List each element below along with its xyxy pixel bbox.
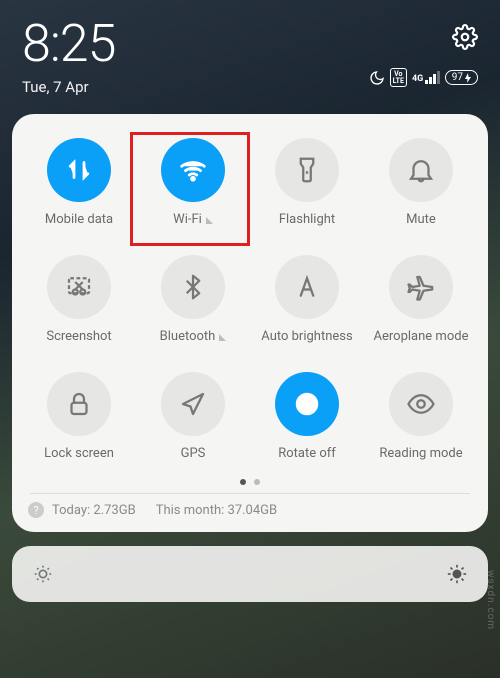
tile-bluetooth[interactable]: Bluetooth xyxy=(136,245,250,356)
info-icon: ? xyxy=(28,502,44,518)
bluetooth-icon xyxy=(161,255,225,319)
scissors-icon xyxy=(47,255,111,319)
status-bar: 8:25 Tue, 7 Apr VoLTE 4G 97 xyxy=(0,0,500,102)
tile-gps[interactable]: GPS xyxy=(136,362,250,473)
tile-lock-screen[interactable]: Lock screen xyxy=(22,362,136,473)
tile-label: Mobile data xyxy=(45,212,113,227)
tile-mobile-data[interactable]: Mobile data xyxy=(22,128,136,239)
brightness-low-icon xyxy=(32,563,54,585)
usage-month-label: This month: xyxy=(156,503,225,518)
dnd-moon-icon xyxy=(369,70,385,86)
usage-today-label: Today: xyxy=(52,503,90,518)
signal-4g-icon: 4G xyxy=(412,71,440,84)
page-dot-2 xyxy=(254,479,260,485)
tile-label: Auto brightness xyxy=(261,329,352,344)
tile-label: Wi-Fi xyxy=(173,212,202,227)
quick-settings-panel: Mobile data Wi-Fi Flashlight Mute Screen xyxy=(12,114,488,532)
tile-label: Bluetooth xyxy=(160,329,216,344)
clock-date: Tue, 7 Apr xyxy=(22,78,115,96)
usage-today-value: 2.73GB xyxy=(93,503,135,518)
tile-label: GPS xyxy=(181,446,206,461)
tile-screenshot[interactable]: Screenshot xyxy=(22,245,136,356)
battery-indicator: 97 xyxy=(445,70,478,85)
mobile-data-icon xyxy=(47,138,111,202)
tile-label: Mute xyxy=(406,212,436,227)
bell-icon xyxy=(389,138,453,202)
clock-time: 8:25 xyxy=(22,18,115,70)
tile-label: Flashlight xyxy=(279,212,335,227)
navigation-icon xyxy=(161,372,225,436)
watermark: wsxdn.com xyxy=(485,570,496,630)
tile-aeroplane-mode[interactable]: Aeroplane mode xyxy=(364,245,478,356)
tile-label: Lock screen xyxy=(44,446,114,461)
tile-label: Aeroplane mode xyxy=(374,329,469,344)
tile-reading-mode[interactable]: Reading mode xyxy=(364,362,478,473)
tile-wifi[interactable]: Wi-Fi xyxy=(136,128,250,239)
tile-flashlight[interactable]: Flashlight xyxy=(250,128,364,239)
tile-label: Screenshot xyxy=(46,329,111,344)
expand-icon xyxy=(206,217,213,224)
page-dot-1 xyxy=(240,479,246,485)
tile-auto-brightness[interactable]: Auto brightness xyxy=(250,245,364,356)
letter-a-icon xyxy=(275,255,339,319)
usage-month-value: 37.04GB xyxy=(228,503,278,518)
eye-icon xyxy=(389,372,453,436)
volte-icon: VoLTE xyxy=(390,68,407,87)
status-icons: VoLTE 4G 97 xyxy=(369,68,478,87)
data-usage-row[interactable]: ? Today: 2.73GB This month: 37.04GB xyxy=(22,502,478,522)
rotate-lock-icon xyxy=(275,372,339,436)
tile-label: Reading mode xyxy=(379,446,462,461)
tile-label: Rotate off xyxy=(278,446,336,461)
tile-rotate-off[interactable]: Rotate off xyxy=(250,362,364,473)
brightness-slider[interactable] xyxy=(12,546,488,602)
lock-icon xyxy=(47,372,111,436)
tile-mute[interactable]: Mute xyxy=(364,128,478,239)
page-indicator[interactable] xyxy=(22,473,478,493)
clock-block: 8:25 Tue, 7 Apr xyxy=(22,18,115,96)
flashlight-icon xyxy=(275,138,339,202)
divider xyxy=(30,493,470,494)
settings-button[interactable] xyxy=(452,24,478,54)
brightness-high-icon xyxy=(446,563,468,585)
airplane-icon xyxy=(389,255,453,319)
wifi-icon xyxy=(161,138,225,202)
expand-icon xyxy=(219,334,226,341)
